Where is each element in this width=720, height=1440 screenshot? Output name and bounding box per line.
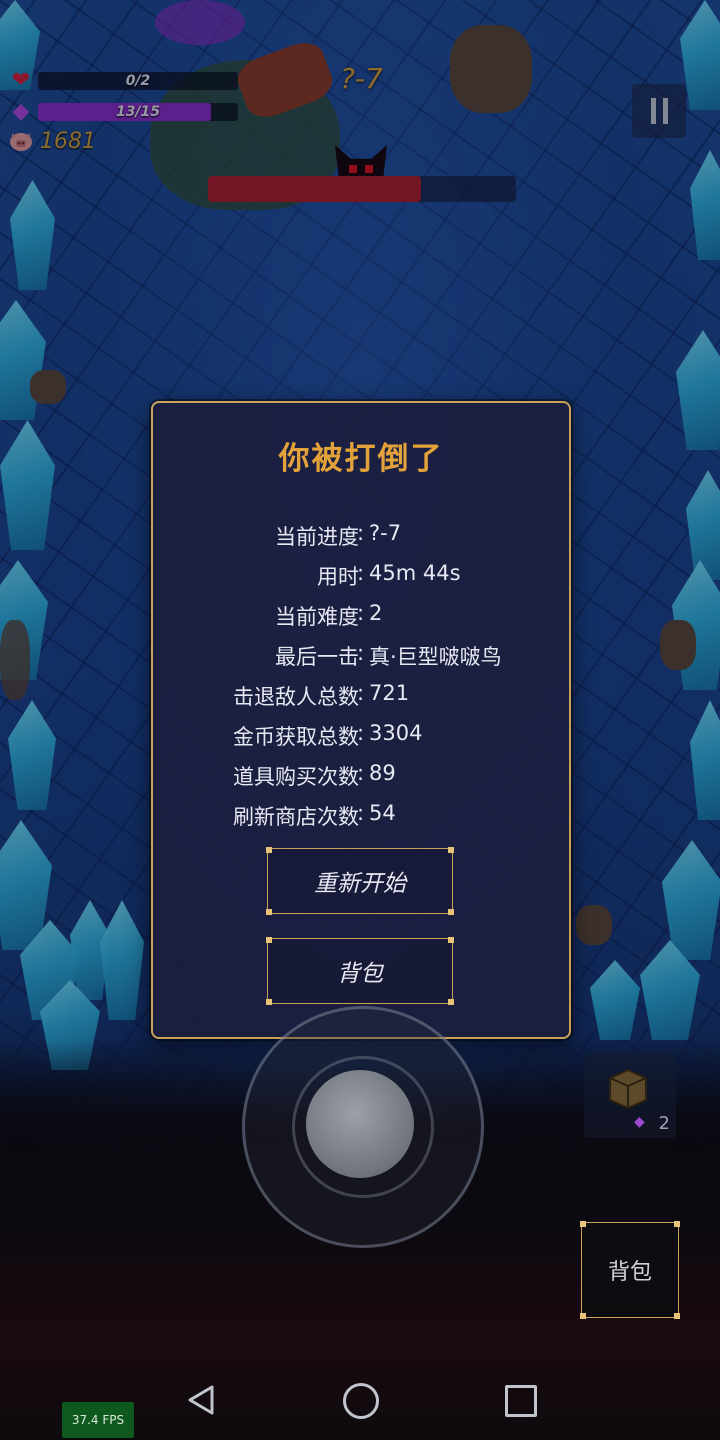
fps-counter: 37.4 FPS <box>62 1402 134 1438</box>
stat-label: 金币获取总数 <box>233 725 359 749</box>
stat-colon: : <box>357 801 365 825</box>
item-slot-count: 2 <box>658 1113 670 1134</box>
defeat-dialog: 你被打倒了 当前进度: ?-7 用时:45m 44s 当前难度:2 最后一击: 真·巨型啵… <box>151 401 571 1039</box>
backpack-button[interactable]: 背包 <box>266 937 454 1005</box>
stat-colon: : <box>357 601 365 625</box>
item-slot[interactable]: ◆ 2 <box>584 1054 676 1138</box>
stat-value: 54 <box>369 801 396 825</box>
nav-recent-icon[interactable] <box>505 1385 537 1417</box>
stat-row: 击退敌人总数:721 <box>153 681 569 721</box>
stat-value: 2 <box>369 601 383 625</box>
stat-row: 刷新商店次数:54 <box>153 801 569 841</box>
bag-label: 背包 <box>607 1260 652 1285</box>
joystick-knob[interactable] <box>306 1070 414 1178</box>
gem-icon: ◆ <box>634 1114 645 1130</box>
stat-colon: : <box>357 521 365 545</box>
stat-label: 当前难度 <box>275 605 359 629</box>
stat-label: 最后一击 <box>275 645 359 669</box>
stat-value: 89 <box>369 761 396 785</box>
stat-value: 721 <box>369 681 410 705</box>
stat-label: 当前进度 <box>275 525 359 549</box>
stat-row: 当前进度: ?-7 <box>153 521 569 561</box>
stat-value: 3304 <box>369 721 423 745</box>
stat-colon: : <box>357 681 365 705</box>
stat-row: 最后一击: 真·巨型啵啵鸟 <box>153 641 569 681</box>
game-scene: ❤ 0/2 ◆ 13/15 1681 ?-7 你被打倒了 当前进度: ?-7 … <box>0 0 720 1440</box>
stat-colon: : <box>357 641 365 665</box>
bag-button[interactable]: 背包 <box>580 1221 680 1319</box>
stat-row: 金币获取总数:3304 <box>153 721 569 761</box>
stat-row: 用时:45m 44s <box>153 561 569 601</box>
stat-label: 刷新商店次数 <box>233 805 359 829</box>
stat-row: 当前难度:2 <box>153 601 569 641</box>
restart-label: 重新开始 <box>314 871 406 897</box>
stat-label: 击退敌人总数 <box>233 685 359 709</box>
nav-home-icon[interactable] <box>343 1383 379 1419</box>
stat-value: ?-7 <box>369 521 402 545</box>
stat-colon: : <box>357 561 365 585</box>
crate-icon <box>609 1068 647 1110</box>
stat-colon: : <box>357 761 365 785</box>
restart-button[interactable]: 重新开始 <box>266 847 454 915</box>
stat-value: 真·巨型啵啵鸟 <box>369 645 502 669</box>
dialog-title: 你被打倒了 <box>278 441 444 477</box>
stat-label: 用时 <box>317 565 359 589</box>
backpack-label: 背包 <box>337 961 383 987</box>
stat-row: 道具购买次数:89 <box>153 761 569 801</box>
stat-label: 道具购买次数 <box>233 765 359 789</box>
stat-value: 45m 44s <box>369 561 461 585</box>
stat-colon: : <box>357 721 365 745</box>
nav-back-icon[interactable] <box>186 1384 216 1416</box>
